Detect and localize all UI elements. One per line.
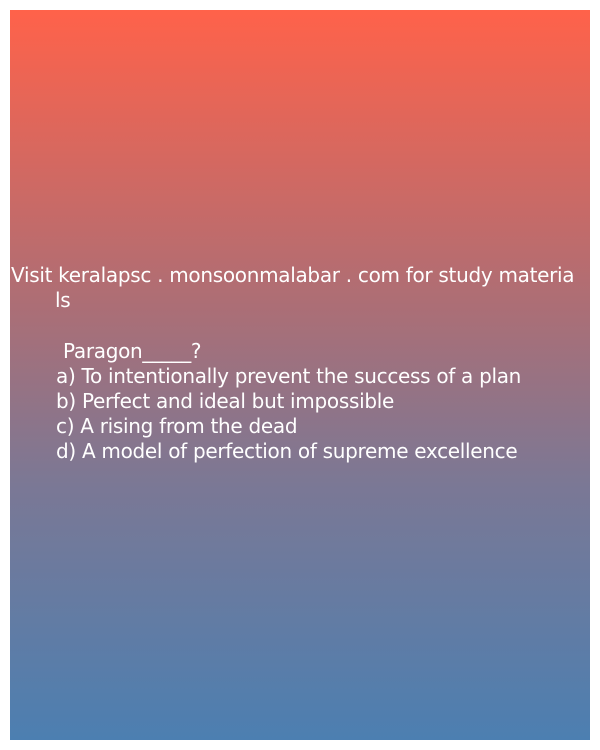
header-text-line-1: Visit keralapsc . monsoonmalabar . com f… [11,263,575,287]
option-d: d) A model of perfection of supreme exce… [56,439,518,463]
option-a: a) To intentionally prevent the success … [56,364,522,388]
option-b: b) Perfect and ideal but impossible [56,389,394,413]
quiz-card: Visit keralapsc . monsoonmalabar . com f… [10,10,590,740]
question-text: Paragon_____? [63,339,202,363]
header-text-line-2: ls [55,288,71,312]
option-c: c) A rising from the dead [56,414,298,438]
